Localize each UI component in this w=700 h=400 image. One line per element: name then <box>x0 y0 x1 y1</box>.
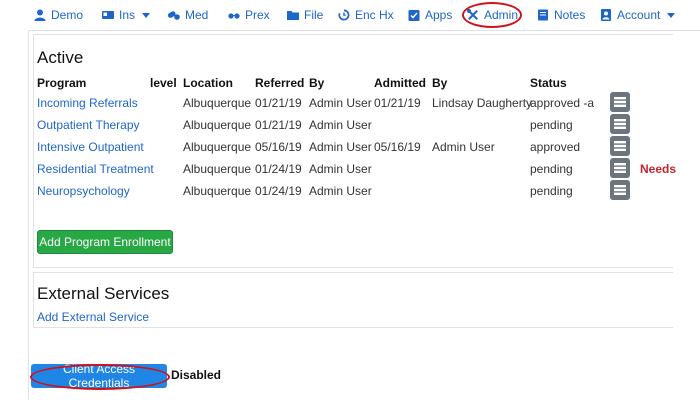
nav-prex-label: Prex <box>245 8 270 22</box>
program-link[interactable]: Outpatient Therapy <box>37 118 140 132</box>
status-cell: pending <box>530 162 573 176</box>
referred-by-cell: Admin User <box>309 96 372 110</box>
nav-med-label: Med <box>185 8 209 22</box>
status-cell: pending <box>530 184 573 198</box>
list-icon <box>614 163 626 173</box>
admitted-by-cell: Admin User <box>432 140 495 154</box>
location-cell: Albuquerque <box>183 118 252 132</box>
folder-icon <box>287 11 299 20</box>
nav-account-label: Account <box>617 8 661 22</box>
nav-demo[interactable]: Demo <box>34 6 83 24</box>
nav-enc-hx-label: Enc Hx <box>355 8 394 22</box>
notebook-icon <box>538 9 548 21</box>
credentials-highlight-annotation <box>30 364 170 390</box>
row-menu-button[interactable] <box>610 180 630 200</box>
referred-cell: 01/21/19 <box>255 96 302 110</box>
list-icon <box>614 141 626 151</box>
row-menu-button[interactable] <box>610 158 630 178</box>
program-link[interactable]: Incoming Referrals <box>37 96 138 110</box>
column-header-admitted: Admitted <box>374 76 426 90</box>
nav-ins[interactable]: Ins <box>102 6 151 24</box>
nav-apps[interactable]: Apps <box>408 6 452 24</box>
nav-med[interactable]: Med <box>168 6 208 24</box>
admin-highlight-annotation <box>462 2 522 28</box>
referred-cell: 01/24/19 <box>255 162 302 176</box>
pills-icon <box>168 11 180 20</box>
row-menu-button[interactable] <box>610 136 630 156</box>
admitted-cell: 01/21/19 <box>374 96 421 110</box>
column-header-admitted-by: By <box>432 76 448 90</box>
nav-file[interactable]: File <box>287 6 323 24</box>
location-cell: Albuquerque <box>183 140 252 154</box>
history-icon <box>338 9 350 21</box>
id-card-icon <box>102 11 114 19</box>
referred-by-cell: Admin User <box>309 140 372 154</box>
add-external-service-link[interactable]: Add External Service <box>37 310 149 324</box>
program-link[interactable]: Neuropsychology <box>37 184 130 198</box>
account-icon <box>601 9 611 21</box>
referred-by-cell: Admin User <box>309 162 372 176</box>
referred-cell: 05/16/19 <box>255 140 302 154</box>
checklist-icon <box>408 10 420 21</box>
row-menu-button[interactable] <box>610 92 630 112</box>
nav-notes[interactable]: Notes <box>537 6 585 24</box>
column-header-program: Program <box>37 76 87 90</box>
status-cell: pending <box>530 118 573 132</box>
external-services-title: External Services <box>37 284 170 303</box>
nav-prex[interactable]: Prex <box>228 6 270 24</box>
location-cell: Albuquerque <box>183 162 252 176</box>
row-menu-button[interactable] <box>610 114 630 134</box>
top-navbar: Demo Ins Med Prex File Enc Hx Apps Admin… <box>0 0 700 30</box>
nav-account[interactable]: Account <box>600 6 676 24</box>
location-cell: Albuquerque <box>183 96 252 110</box>
nav-file-label: File <box>304 8 324 22</box>
glasses-icon <box>228 13 240 19</box>
credentials-status-label: Disabled <box>171 368 222 382</box>
nav-enc-hx[interactable]: Enc Hx <box>338 6 394 24</box>
column-header-level: level <box>150 76 177 90</box>
list-icon <box>614 119 626 129</box>
status-cell: approved -a <box>530 96 595 110</box>
list-icon <box>614 97 626 107</box>
column-header-location: Location <box>183 76 233 90</box>
admitted-cell: 05/16/19 <box>374 140 421 154</box>
needs-warning-text: Needs <box>640 162 677 176</box>
nav-demo-label: Demo <box>51 8 84 22</box>
referred-cell: 01/21/19 <box>255 118 302 132</box>
program-link[interactable]: Residential Treatment <box>37 162 154 176</box>
nav-ins-label: Ins <box>119 8 136 22</box>
column-header-referred: Referred <box>255 76 305 90</box>
admitted-by-cell: Lindsay Daugherty <box>432 96 533 110</box>
active-section-title: Active <box>37 48 84 67</box>
nav-notes-label: Notes <box>554 8 586 22</box>
location-cell: Albuquerque <box>183 184 252 198</box>
referred-by-cell: Admin User <box>309 118 372 132</box>
referred-by-cell: Admin User <box>309 184 372 198</box>
referred-cell: 01/24/19 <box>255 184 302 198</box>
add-program-enrollment-button[interactable]: Add Program Enrollment <box>37 230 173 254</box>
list-icon <box>614 185 626 195</box>
chevron-down-icon <box>667 12 676 18</box>
program-link[interactable]: Intensive Outpatient <box>37 140 144 154</box>
chevron-down-icon <box>142 12 151 18</box>
user-icon <box>34 9 46 21</box>
column-header-referred-by: By <box>309 76 325 90</box>
nav-apps-label: Apps <box>425 8 453 22</box>
status-cell: approved <box>530 140 581 154</box>
column-header-status: Status <box>530 76 567 90</box>
